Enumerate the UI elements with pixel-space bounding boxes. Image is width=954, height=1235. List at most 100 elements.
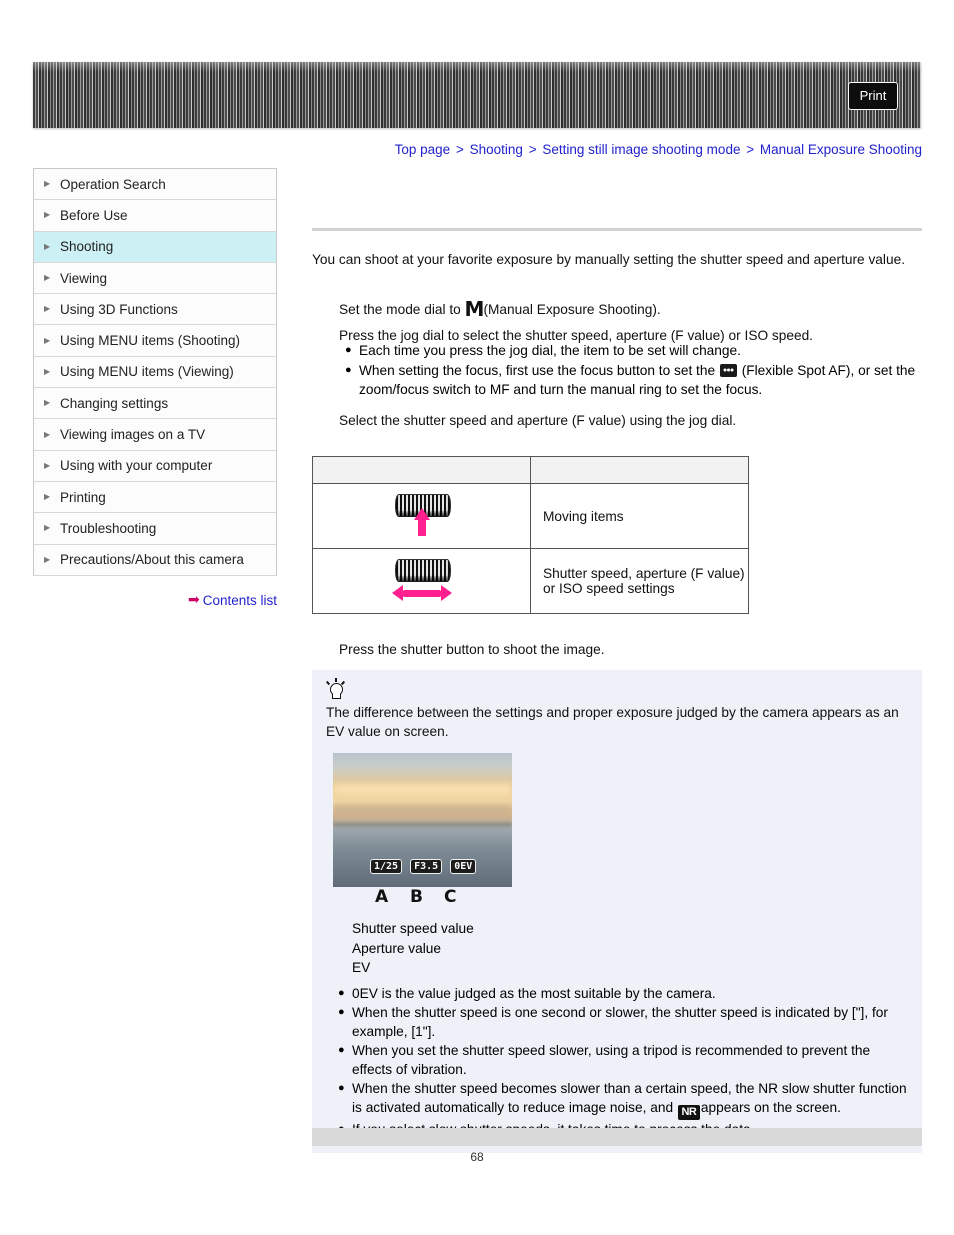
intro-paragraph: You can shoot at your favorite exposure …	[312, 252, 905, 267]
breadcrumb-separator: >	[528, 142, 537, 157]
contents-list-link[interactable]: ➡ Contents list	[33, 591, 277, 609]
sample-photo: 1/25 F3.5 0EV	[333, 753, 512, 887]
table-cell-description: Moving items	[530, 483, 749, 549]
bullet-dot-icon: ●	[338, 1043, 345, 1056]
jog-dial-rotate-icon	[312, 548, 531, 614]
sidebar-item-label: Before Use	[60, 207, 128, 223]
sidebar-item-label: Troubleshooting	[60, 520, 157, 536]
chevron-right-icon: ▶	[44, 492, 51, 502]
callout-label-a: A	[375, 887, 389, 907]
sidebar-item-using-3d-functions[interactable]: ▶ Using 3D Functions	[34, 294, 276, 326]
sidebar-item-printing[interactable]: ▶ Printing	[34, 481, 276, 514]
sidebar-item-label: Printing	[60, 489, 106, 505]
step-2-bullets: ● Each time you press the jog dial, the …	[345, 341, 923, 400]
chevron-right-icon: ▶	[44, 335, 51, 345]
callout-label-c: C	[444, 887, 457, 907]
breadcrumb-item-top-page[interactable]: Top page	[395, 142, 451, 157]
footer-bar	[312, 1128, 922, 1146]
chevron-right-icon: ▶	[44, 429, 51, 439]
chevron-right-icon: ▶	[44, 179, 51, 189]
sidebar-item-label: Changing settings	[60, 395, 169, 411]
step-3: Select the shutter speed and aperture (F…	[339, 413, 737, 428]
banner-shade	[33, 62, 921, 72]
mode-dial-m-icon: M	[464, 297, 485, 321]
hint-bullet-list: ● 0EV is the value judged as the most su…	[338, 984, 908, 1139]
sidebar-item-label: Shooting	[60, 239, 114, 255]
chevron-right-icon: ▶	[44, 210, 51, 220]
bullet-dot-icon: ●	[338, 1081, 345, 1094]
legend-item-ev: EV	[352, 960, 371, 975]
page-number: 68	[470, 1150, 484, 1164]
bullet-item: ● When you set the shutter speed slower,…	[338, 1041, 908, 1079]
bullet-text: 0EV is the value judged as the most suit…	[352, 985, 716, 1001]
sidebar-item-changing-settings[interactable]: ▶ Changing settings	[34, 388, 276, 420]
table-header-row	[312, 456, 749, 484]
arrow-right-icon: ➡	[187, 591, 200, 607]
table-cell-description: Shutter speed, aperture (F value) or ISO…	[530, 548, 749, 614]
breadcrumb-item-shooting[interactable]: Shooting	[470, 142, 523, 157]
sidebar-item-operation-search[interactable]: ▶ Operation Search	[34, 169, 276, 201]
photo-callout-labels: A B C	[333, 887, 512, 909]
sidebar-item-viewing[interactable]: ▶ Viewing	[34, 262, 276, 295]
chevron-right-icon: ▶	[44, 554, 51, 564]
sidebar-item-label: Viewing	[60, 270, 108, 286]
sidebar-item-using-menu-items-shooting[interactable]: ▶ Using MENU items (Shooting)	[34, 325, 276, 357]
chevron-right-icon: ▶	[44, 366, 51, 376]
sidebar-item-label: Using MENU items (Viewing)	[60, 364, 234, 380]
bullet-dot-icon: ●	[345, 364, 352, 376]
bullet-item: ● When the shutter speed is one second o…	[338, 1003, 908, 1041]
sidebar-item-shooting[interactable]: ▶ Shooting	[34, 231, 276, 263]
sidebar-item-label: Operation Search	[60, 176, 166, 192]
bullet-4-tail: appears on the screen.	[700, 1099, 841, 1115]
chevron-right-icon: ▶	[44, 273, 51, 283]
breadcrumb-separator: >	[455, 142, 464, 157]
sidebar-item-label: Using with your computer	[60, 458, 213, 474]
table-row: Shutter speed, aperture (F value) or ISO…	[312, 548, 749, 614]
sidebar-item-label: Precautions/About this camera	[60, 552, 244, 568]
breadcrumb-separator: >	[746, 142, 755, 157]
bullet-item: ● 0EV is the value judged as the most su…	[338, 984, 908, 1003]
bullet-text: Each time you press the jog dial, the it…	[359, 343, 741, 358]
title-divider	[312, 228, 922, 231]
sidebar: ▶ Operation Search ▶ Before Use ▶ Shooti…	[33, 168, 277, 576]
top-banner: Print	[33, 62, 921, 128]
breadcrumb-item-setting-still-image-shooting-mode[interactable]: Setting still image shooting mode	[542, 142, 740, 157]
jog-dial-press-icon	[312, 483, 531, 549]
bullet-text: When setting the focus, first use the fo…	[359, 361, 923, 399]
bullet-item: ● When the shutter speed becomes slower …	[338, 1079, 908, 1120]
chevron-right-icon: ▶	[44, 523, 51, 533]
sidebar-item-viewing-images-on-a-tv[interactable]: ▶ Viewing images on a TV	[34, 419, 276, 451]
sidebar-item-before-use[interactable]: ▶ Before Use	[34, 200, 276, 232]
table-header-icon-cell	[312, 456, 531, 484]
hint-box: The difference between the settings and …	[312, 670, 922, 1153]
bullet-2-pre: When setting the focus, first use the fo…	[359, 363, 719, 378]
arrow-left-right-icon	[391, 585, 452, 601]
step-1: Set the mode dial to M(Manual Exposure S…	[339, 297, 922, 321]
bullet-text: When you set the shutter speed slower, u…	[352, 1042, 871, 1077]
sidebar-item-using-with-your-computer[interactable]: ▶ Using with your computer	[34, 450, 276, 482]
photo-osd-overlay: 1/25 F3.5 0EV	[370, 859, 477, 874]
bullet-dot-icon: ●	[338, 986, 345, 999]
nr-slow-shutter-icon: NR	[677, 1104, 700, 1120]
osd-shutter-speed: 1/25	[370, 859, 403, 874]
sidebar-item-label: Using MENU items (Shooting)	[60, 333, 241, 349]
chevron-right-icon: ▶	[44, 241, 51, 251]
bullet-dot-icon: ●	[345, 344, 352, 356]
osd-ev: 0EV	[450, 859, 477, 874]
flexible-spot-af-icon	[719, 364, 737, 377]
step-1-post: (Manual Exposure Shooting).	[483, 302, 661, 317]
sidebar-item-precautions-about-this-camera[interactable]: ▶ Precautions/About this camera	[34, 544, 276, 576]
step-1-pre: Set the mode dial to	[339, 302, 465, 317]
callout-legend: Shutter speed value Aperture value EV	[352, 919, 908, 978]
bullet-item: ● When setting the focus, first use the …	[345, 361, 923, 399]
jog-dial-table: Moving items Shutter speed, aperture (F …	[312, 456, 749, 614]
bullet-text: When the shutter speed is one second or …	[352, 1004, 888, 1039]
legend-item-aperture: Aperture value	[352, 940, 442, 956]
print-button[interactable]: Print	[848, 82, 898, 110]
breadcrumb-item-current: Manual Exposure Shooting	[759, 142, 922, 157]
sidebar-item-troubleshooting[interactable]: ▶ Troubleshooting	[34, 513, 276, 545]
lightbulb-icon	[325, 678, 346, 700]
sidebar-item-label: Viewing images on a TV	[60, 427, 206, 443]
table-header-desc-cell	[530, 456, 749, 484]
sidebar-item-using-menu-items-viewing[interactable]: ▶ Using MENU items (Viewing)	[34, 356, 276, 389]
